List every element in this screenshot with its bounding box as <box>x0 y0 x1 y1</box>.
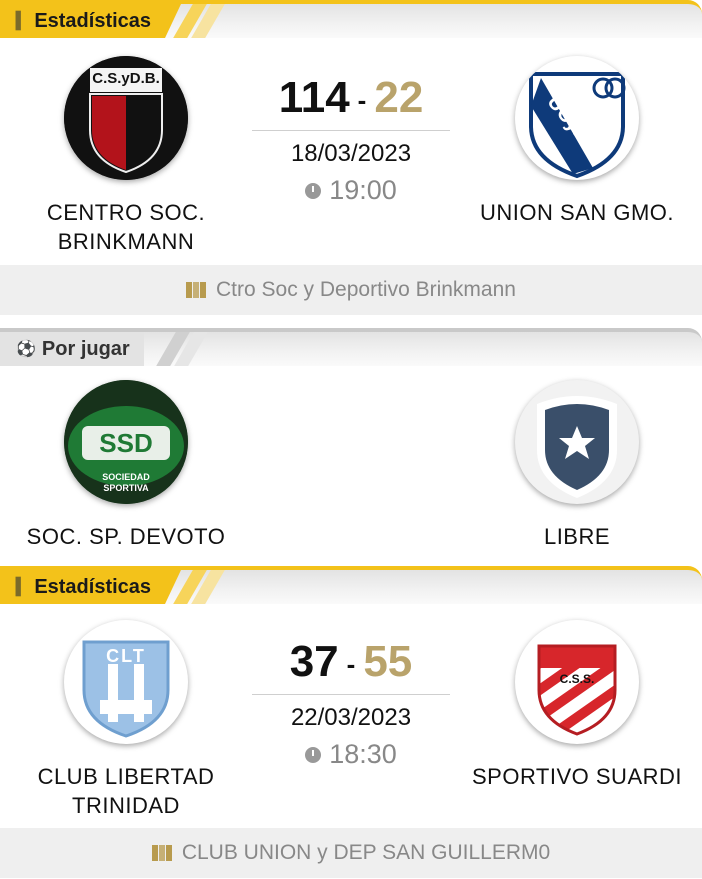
match-time: 18:30 <box>329 739 397 769</box>
bar-chart-icon: ▍ <box>16 13 29 30</box>
match-card-1[interactable]: ▍ Estadísticas C.S.yD.B. CENTRO SOC. BRI… <box>0 0 702 315</box>
home-team-name: CLUB LIBERTAD TRINIDAD <box>37 764 215 818</box>
map-icon <box>186 282 207 298</box>
match-time-row: 19:00 <box>252 175 450 206</box>
match-date: 22/03/2023 <box>290 704 412 731</box>
home-score: 37 <box>289 637 339 686</box>
home-crest: C.S.yD.B. <box>64 56 188 180</box>
tag-label: Estadísticas <box>34 575 152 598</box>
away-team[interactable]: LIBRE <box>457 380 697 551</box>
away-team[interactable]: C.S.S. SPORTIVO SUARDI <box>457 620 697 791</box>
away-team[interactable]: UCyD UNION SAN GMO. <box>457 56 697 227</box>
pending-tag: ⚽ Por jugar <box>0 332 144 366</box>
tag-label: Estadísticas <box>34 9 152 32</box>
clock-icon <box>305 182 322 199</box>
home-team[interactable]: C.S.yD.B. CENTRO SOC. BRINKMANN <box>6 56 246 256</box>
home-team[interactable]: CLT CLUB LIBERTAD TRINIDAD <box>6 620 246 820</box>
score-separator: - <box>346 649 356 680</box>
away-team-name: LIBRE <box>543 524 611 549</box>
score: 37-55 <box>252 634 450 690</box>
svg-text:SOCIEDAD: SOCIEDAD <box>102 472 150 482</box>
shield-star-icon <box>537 396 617 498</box>
home-crest-text: C.S.yD.B. <box>92 70 160 87</box>
score-block: 37-55 22/03/2023 18:30 <box>252 634 450 770</box>
away-crest: C.S.S. <box>515 620 639 744</box>
home-team-name: SOC. SP. DEVOTO <box>26 524 226 549</box>
match-time: 19:00 <box>329 175 397 205</box>
venue-bar[interactable]: CLUB UNION y DEP SAN GUILLERM0 <box>0 828 702 878</box>
svg-text:SPORTIVA: SPORTIVA <box>103 483 149 493</box>
away-team-name: UNION SAN GMO. <box>479 200 674 225</box>
venue-name: Ctro Soc y Deportivo Brinkmann <box>216 278 516 301</box>
home-crest: SOCIEDAD SPORTIVA SSD <box>64 380 188 504</box>
home-crest-text: CLT <box>106 646 146 666</box>
score-block: 114-22 18/03/2023 19:00 <box>252 70 450 206</box>
ball-icon: ⚽ <box>16 341 36 358</box>
clock-icon <box>305 746 322 763</box>
match-card-3[interactable]: ▍ Estadísticas CLT CLUB LIBERTAD TRINIDA… <box>0 566 702 879</box>
away-crest-text: C.S.S. <box>559 672 595 686</box>
map-icon <box>151 845 172 861</box>
venue-bar[interactable]: Ctro Soc y Deportivo Brinkmann <box>0 265 702 315</box>
divider <box>252 130 450 131</box>
home-crest-text: SSD <box>99 428 153 458</box>
home-crest: CLT <box>64 620 188 744</box>
score: 114-22 <box>252 70 450 126</box>
home-score: 114 <box>278 73 350 122</box>
divider <box>252 694 450 695</box>
away-crest: UCyD <box>515 56 639 180</box>
tag-label: Por jugar <box>41 337 130 360</box>
card-gap <box>0 315 702 327</box>
match-date: 18/03/2023 <box>290 140 412 167</box>
stats-tag[interactable]: ▍ Estadísticas <box>0 4 182 38</box>
home-team[interactable]: SOCIEDAD SPORTIVA SSD SOC. SP. DEVOTO <box>6 380 246 551</box>
venue-name: CLUB UNION y DEP SAN GUILLERM0 <box>181 841 551 864</box>
stats-tag[interactable]: ▍ Estadísticas <box>0 570 182 604</box>
clt-crest-icon <box>82 640 170 738</box>
away-crest <box>515 380 639 504</box>
home-team-name: CENTRO SOC. BRINKMANN <box>46 200 206 254</box>
match-card-2[interactable]: ⚽ Por jugar SOCIEDAD SPORTIVA SSD SOC. S… <box>0 328 702 556</box>
away-team-name: SPORTIVO SUARDI <box>471 764 683 789</box>
away-score: 22 <box>374 73 424 122</box>
bar-chart-icon: ▍ <box>16 579 29 596</box>
away-score: 55 <box>363 637 413 686</box>
score-separator: - <box>357 85 367 116</box>
match-time-row: 18:30 <box>252 739 450 770</box>
